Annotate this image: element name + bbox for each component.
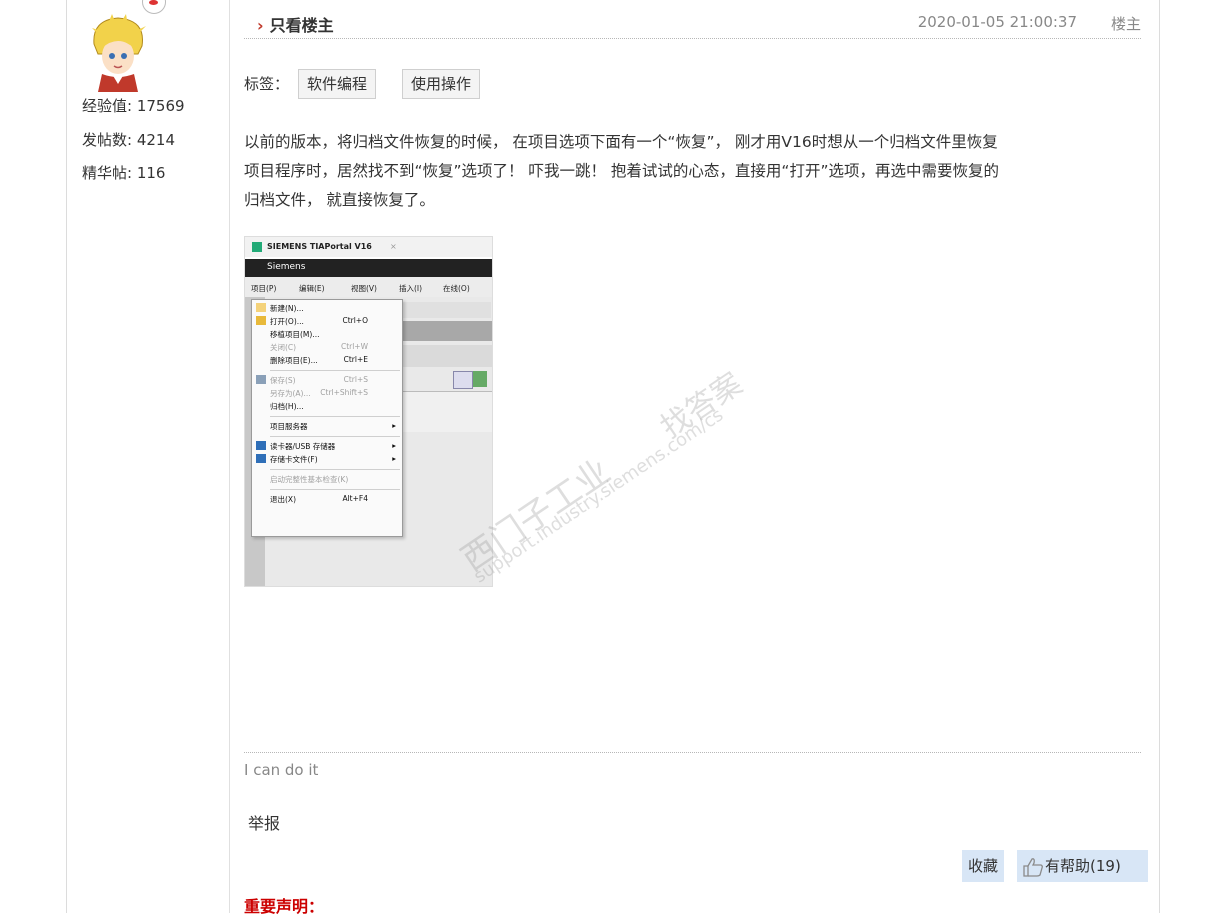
- open-folder-icon: [256, 316, 266, 325]
- ss-window-title: Siemens: [267, 262, 306, 272]
- ss-menu-item: 关闭(C) Ctrl+W: [270, 342, 368, 352]
- ss-project-menu: 新建(N)... 打开(O)... Ctrl+O 移植项目(M)... 关闭(C)…: [251, 299, 403, 537]
- notice-title: 重要声明：: [244, 897, 325, 916]
- post-body: 以前的版本，将归档文件恢复的时候， 在项目选项下面有一个“恢复”， 刚才用V16…: [244, 128, 1144, 215]
- ss-menu-item: 另存为(A)... Ctrl+Shift+S: [270, 388, 368, 398]
- user-exp: 经验值: 17569: [82, 97, 185, 115]
- ss-panel-bar: [401, 345, 492, 367]
- ss-export-icon: [473, 371, 487, 387]
- helpful-label: 有帮助(19): [1045, 857, 1121, 875]
- ss-menubar-item: 插入(I): [399, 284, 423, 293]
- user-signature: I can do it: [244, 761, 319, 779]
- helpful-button[interactable]: 有帮助(19): [1017, 850, 1148, 882]
- ss-menu-item: 移植项目(M)...: [270, 330, 320, 339]
- ss-menu-item: 退出(X) Alt+F4: [270, 494, 368, 504]
- post-body-line: 项目程序时，居然找不到“恢复”选项了！ 吓我一跳！ 抱着试试的心态，直接用“打开…: [244, 162, 999, 180]
- report-link[interactable]: 举报: [248, 810, 280, 834]
- tia-logo-icon: [252, 242, 262, 252]
- column-divider: [229, 0, 230, 913]
- tag-software-programming[interactable]: 软件编程: [298, 69, 377, 99]
- post-floor-label: 楼主: [1110, 15, 1141, 33]
- post-body-line: 以前的版本，将归档文件恢复的时候， 在项目选项下面有一个“恢复”， 刚才用V16…: [244, 133, 998, 151]
- ss-menubar-item: 编辑(E): [299, 284, 325, 293]
- ss-menu-item: 启动完整性基本检查(K): [270, 475, 349, 484]
- save-icon: [256, 375, 266, 384]
- ss-menu-item: 项目服务器 ▸: [270, 421, 396, 431]
- new-file-icon: [256, 303, 266, 312]
- ss-menu-item: 新建(N)...: [270, 304, 304, 313]
- ss-tab-close: ×: [390, 242, 397, 251]
- ss-titlebar: Siemens: [245, 259, 492, 277]
- only-op-link[interactable]: 只看楼主: [257, 12, 334, 36]
- favorite-button[interactable]: 收藏: [962, 850, 1005, 882]
- ss-tab: SIEMENS TIAPortal V16 ×: [245, 237, 492, 257]
- ss-menubar: 项目(P) 编辑(E) 视图(V) 插入(I) 在线(O): [245, 277, 492, 297]
- card-reader-icon: [256, 441, 266, 450]
- ss-menu-item: 保存(S) Ctrl+S: [270, 375, 368, 385]
- ss-menu-item: 存储卡文件(F) ▸: [270, 454, 396, 464]
- ss-menu-item: 读卡器/USB 存储器 ▸: [270, 441, 396, 451]
- post-body-line: 归档文件， 就直接恢复了。: [244, 191, 435, 209]
- ss-menu-item: 删除项目(E)... Ctrl+E: [270, 355, 368, 365]
- tags-label: 标签：: [244, 75, 290, 93]
- post-timestamp: 2020-01-05 21:00:37: [917, 13, 1077, 31]
- ss-view-icon: [453, 371, 473, 389]
- ss-toolbar: [401, 302, 491, 318]
- memory-card-icon: [256, 454, 266, 463]
- post-image-screenshot[interactable]: SIEMENS TIAPortal V16 × Siemens 项目(P) 编辑…: [244, 236, 493, 587]
- ss-panel-bar: [401, 321, 492, 341]
- user-featured-count: 精华帖: 116: [82, 164, 166, 182]
- ss-menu-item-archive: 归档(H)...: [270, 402, 304, 411]
- post-header: 只看楼主 2020-01-05 21:00:37 楼主: [244, 8, 1141, 39]
- signature-divider: [244, 752, 1141, 753]
- ss-menubar-item: 在线(O): [443, 284, 470, 293]
- user-post-count: 发帖数: 4214: [82, 131, 175, 149]
- ss-menu-item: 打开(O)... Ctrl+O: [270, 316, 368, 326]
- ss-panel: [401, 391, 492, 432]
- ss-menubar-item: 视图(V): [351, 284, 377, 293]
- tag-usage-operation[interactable]: 使用操作: [402, 69, 481, 99]
- ss-menubar-item: 项目(P): [251, 284, 277, 293]
- user-avatar[interactable]: [86, 14, 150, 92]
- ss-tab-title: SIEMENS TIAPortal V16: [267, 242, 372, 251]
- thumbs-up-icon: [1023, 858, 1043, 877]
